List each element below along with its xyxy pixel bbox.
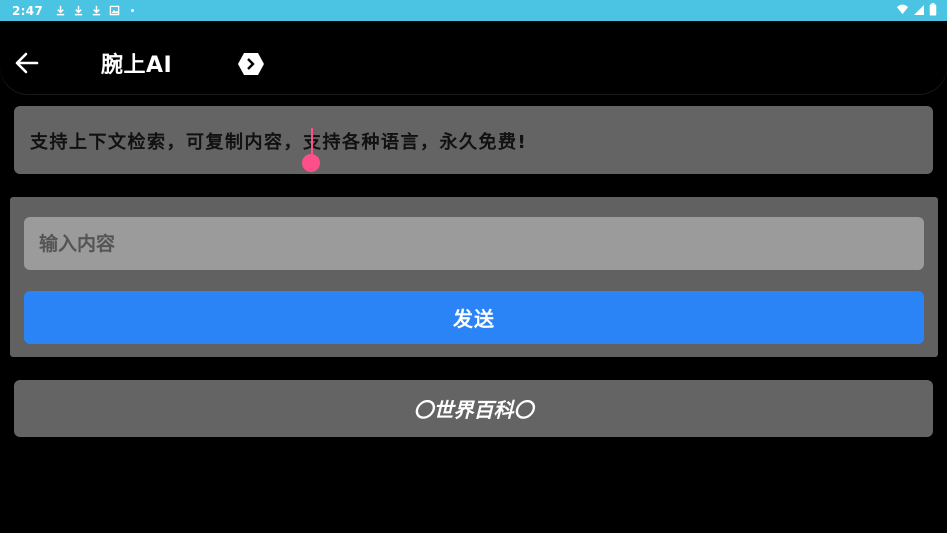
send-button[interactable]: 发送 — [24, 291, 924, 344]
battery-icon — [929, 3, 937, 16]
download-icon — [74, 5, 83, 16]
dot-icon — [131, 9, 135, 12]
app-toolbar: 腕上AI — [0, 28, 947, 94]
wifi-icon — [896, 4, 909, 15]
status-time: 2:47 — [12, 3, 44, 18]
signal-icon — [914, 4, 924, 15]
page-title: 腕上AI — [101, 53, 173, 78]
download-icon — [92, 5, 101, 16]
menu-button[interactable] — [236, 51, 266, 77]
arrow-left-icon — [15, 52, 39, 74]
status-bar: 2:47 — [0, 0, 947, 21]
back-button[interactable] — [8, 48, 44, 78]
text-selection-handle[interactable] — [302, 154, 320, 172]
world-encyclopedia-button[interactable]: 〇世界百科〇 — [14, 380, 933, 437]
message-input[interactable] — [24, 217, 924, 270]
download-icon — [56, 5, 65, 16]
status-notification-icons — [55, 5, 138, 16]
info-text[interactable]: 支持上下文检索，可复制内容，支持各种语言，永久免费! — [30, 128, 527, 154]
hexagon-chevron-icon — [238, 53, 264, 75]
info-card: 支持上下文检索，可复制内容，支持各种语言，永久免费! — [14, 106, 933, 174]
photo-icon — [109, 5, 120, 16]
status-system-icons — [896, 3, 937, 16]
input-panel: 发送 — [10, 197, 938, 357]
